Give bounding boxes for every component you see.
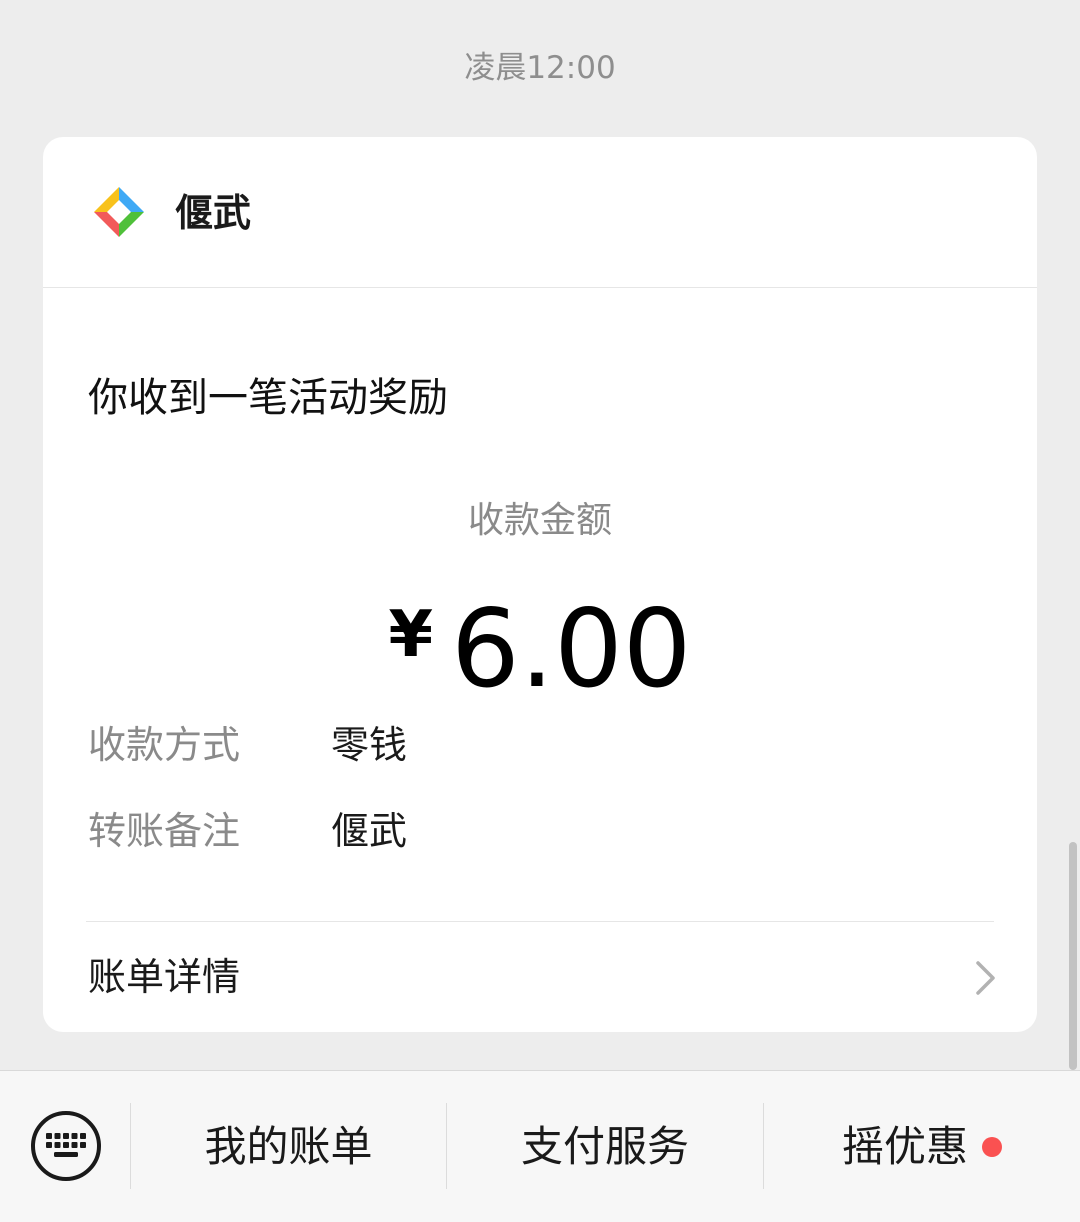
detail-label: 转账备注 [88, 809, 241, 853]
bottom-menu-bar: 我的账单 支付服务 摇优惠 [0, 1070, 1080, 1222]
payment-notification-card[interactable]: 偃武 你收到一笔活动奖励 收款金额 ¥6.00 收款方式 零钱 转账备注 偃武 … [43, 137, 1037, 1032]
wechat-pay-logo-icon [94, 187, 144, 237]
chevron-right-icon [976, 961, 995, 995]
menu-shake-offers[interactable]: 摇优惠 [764, 1071, 1080, 1222]
detail-label: 收款方式 [88, 723, 241, 767]
currency-symbol: ¥ [388, 598, 434, 672]
menu-payment-services[interactable]: 支付服务 [447, 1071, 763, 1222]
detail-value: 零钱 [331, 723, 408, 767]
notification-dot [982, 1136, 1002, 1157]
menu-label: 我的账单 [204, 1122, 373, 1171]
keyboard-icon[interactable] [30, 1110, 102, 1182]
card-header[interactable]: 偃武 [43, 137, 1037, 288]
detail-row-transfer-note: 转账备注 偃武 [88, 803, 988, 859]
message-timestamp: 凌晨12:00 [464, 50, 616, 86]
scrollbar[interactable] [1069, 842, 1077, 1070]
bill-details-link[interactable]: 账单详情 [43, 922, 1037, 1032]
menu-my-bills[interactable]: 我的账单 [131, 1071, 446, 1222]
menu-label: 支付服务 [520, 1122, 689, 1171]
detail-row-payment-method: 收款方式 零钱 [88, 717, 988, 773]
amount-label: 收款金额 [467, 500, 612, 541]
amount-value: 6.00 [451, 587, 692, 712]
card-title: 你收到一笔活动奖励 [88, 375, 448, 421]
menu-label: 摇优惠 [841, 1122, 968, 1171]
bill-details-label: 账单详情 [88, 955, 241, 999]
sender-name: 偃武 [175, 191, 252, 235]
detail-value: 偃武 [331, 809, 408, 853]
